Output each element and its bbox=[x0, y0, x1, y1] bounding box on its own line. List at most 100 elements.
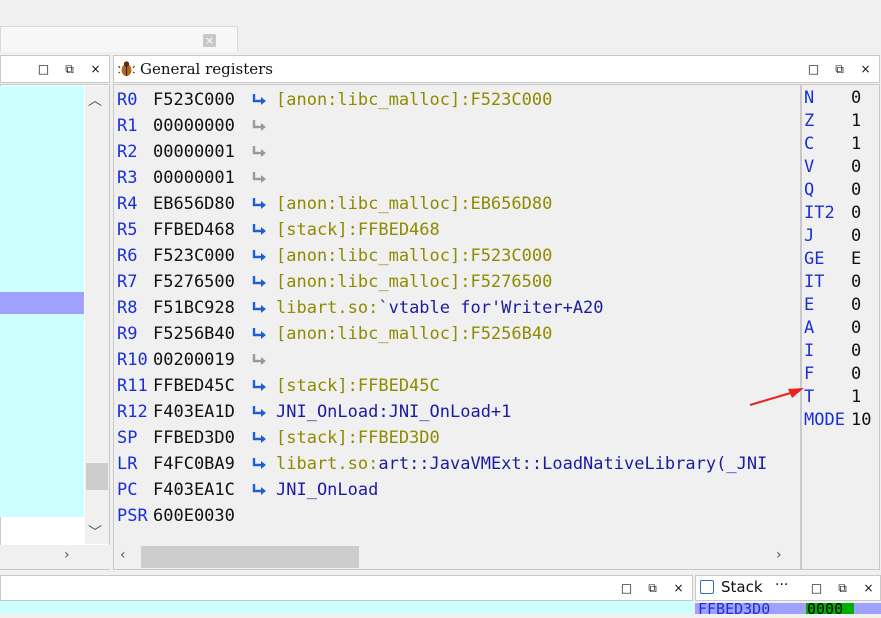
stack-restore-button[interactable]: ⧉ bbox=[833, 579, 852, 598]
register-value[interactable]: F403EA1D bbox=[153, 399, 235, 425]
jump-to-address-icon[interactable] bbox=[251, 249, 267, 263]
flag-value[interactable]: 10 bbox=[851, 409, 871, 432]
left-panel-minimize-button[interactable]: □ bbox=[34, 60, 53, 79]
left-panel-restore-button[interactable]: ⧉ bbox=[60, 60, 79, 79]
register-value[interactable]: 600E0030 bbox=[153, 503, 235, 529]
left-vertical-scroll-thumb[interactable] bbox=[86, 463, 108, 490]
bottom-close-button[interactable]: × bbox=[669, 579, 688, 598]
register-value[interactable]: F4FC0BA9 bbox=[153, 451, 235, 477]
register-value[interactable]: 00000000 bbox=[153, 113, 235, 139]
register-value[interactable]: FFBED468 bbox=[153, 217, 235, 243]
flag-row-j[interactable]: J0 bbox=[804, 225, 861, 248]
registers-horizontal-scroll-thumb[interactable] bbox=[141, 546, 359, 568]
flag-row-v[interactable]: V0 bbox=[804, 156, 861, 179]
register-name: R11 bbox=[117, 376, 148, 396]
register-value[interactable]: 00200019 bbox=[153, 347, 235, 373]
register-value[interactable]: FFBED45C bbox=[153, 373, 235, 399]
jump-to-address-icon[interactable] bbox=[251, 483, 267, 497]
jump-to-address-icon[interactable] bbox=[251, 197, 267, 211]
register-annotation[interactable]: [stack]:FFBED3D0 bbox=[276, 425, 440, 451]
register-value[interactable]: F5276500 bbox=[153, 269, 235, 295]
annotation-library: libart.so: bbox=[276, 454, 379, 474]
jump-to-address-icon[interactable] bbox=[251, 171, 267, 185]
register-annotation[interactable]: libart.so:art::JavaVMExt::LoadNativeLibr… bbox=[276, 451, 767, 477]
flag-row-c[interactable]: C1 bbox=[804, 133, 861, 156]
jump-to-address-icon[interactable] bbox=[251, 457, 267, 471]
register-value[interactable]: F403EA1C bbox=[153, 477, 235, 503]
register-value[interactable]: 00000001 bbox=[153, 165, 235, 191]
registers-restore-button[interactable]: ⧉ bbox=[830, 60, 849, 79]
register-annotation[interactable]: JNI_OnLoad:JNI_OnLoad+1 bbox=[276, 399, 511, 425]
left-panel-close-button[interactable]: × bbox=[86, 60, 105, 79]
flag-value[interactable]: 0 bbox=[851, 179, 861, 202]
register-value[interactable]: FFBED3D0 bbox=[153, 425, 235, 451]
flag-row-z[interactable]: Z1 bbox=[804, 110, 861, 133]
bottom-minimize-button[interactable]: □ bbox=[617, 579, 636, 598]
scroll-right-icon[interactable]: › bbox=[776, 547, 782, 563]
flag-value[interactable]: 0 bbox=[851, 340, 861, 363]
flag-row-it2[interactable]: IT2 0 bbox=[804, 202, 861, 225]
jump-to-address-icon[interactable] bbox=[251, 223, 267, 237]
flag-row-i[interactable]: I0 bbox=[804, 340, 861, 363]
scroll-right-icon[interactable]: › bbox=[64, 547, 70, 563]
jump-to-address-icon[interactable] bbox=[251, 301, 267, 315]
flag-row-n[interactable]: N0 bbox=[804, 87, 861, 110]
jump-to-address-icon[interactable] bbox=[251, 145, 267, 159]
register-value[interactable]: F5256B40 bbox=[153, 321, 235, 347]
stack-close-button[interactable]: × bbox=[859, 579, 878, 598]
register-annotation[interactable]: libart.so:`vtable for'Writer+A20 bbox=[276, 295, 604, 321]
register-value[interactable]: F51BC928 bbox=[153, 295, 235, 321]
register-annotation[interactable]: [stack]:FFBED468 bbox=[276, 217, 440, 243]
flag-value[interactable]: 0 bbox=[851, 363, 861, 386]
register-annotation[interactable]: [anon:libc_malloc]:F5276500 bbox=[276, 269, 552, 295]
flag-value[interactable]: 0 bbox=[851, 271, 861, 294]
flag-value[interactable]: E bbox=[851, 248, 861, 271]
register-annotation[interactable]: [anon:libc_malloc]:EB656D80 bbox=[276, 191, 552, 217]
jump-to-address-icon[interactable] bbox=[251, 353, 267, 367]
left-panel-selected-row[interactable] bbox=[0, 292, 84, 314]
jump-to-address-icon[interactable] bbox=[251, 275, 267, 289]
jump-to-address-icon[interactable] bbox=[251, 327, 267, 341]
jump-to-address-icon[interactable] bbox=[251, 379, 267, 393]
bottom-left-panel-content[interactable] bbox=[0, 601, 693, 614]
scroll-up-icon[interactable]: ︿ bbox=[88, 90, 102, 110]
flag-value[interactable]: 0 bbox=[851, 87, 861, 110]
flag-value[interactable]: 1 bbox=[851, 386, 861, 409]
flag-value[interactable]: 1 bbox=[851, 133, 861, 156]
flag-name: Q bbox=[804, 180, 815, 200]
flag-value[interactable]: 0 bbox=[851, 294, 861, 317]
flag-row-e[interactable]: E0 bbox=[804, 294, 861, 317]
flag-row-it[interactable]: IT 0 bbox=[804, 271, 861, 294]
flag-value[interactable]: 0 bbox=[851, 225, 861, 248]
flag-value[interactable]: 0 bbox=[851, 317, 861, 340]
more-options-icon[interactable]: ··· bbox=[775, 577, 788, 593]
scroll-left-icon[interactable]: ‹ bbox=[120, 547, 126, 563]
flag-row-q[interactable]: Q0 bbox=[804, 179, 861, 202]
register-value[interactable]: EB656D80 bbox=[153, 191, 235, 217]
tab-close-button[interactable]: × bbox=[203, 34, 216, 47]
flag-value[interactable]: 0 bbox=[851, 156, 861, 179]
stack-minimize-button[interactable]: □ bbox=[807, 579, 826, 598]
flag-row-ge[interactable]: GE E bbox=[804, 248, 861, 271]
jump-to-address-icon[interactable] bbox=[251, 431, 267, 445]
register-annotation[interactable]: JNI_OnLoad bbox=[276, 477, 378, 503]
left-horizontal-scrollbar[interactable] bbox=[0, 545, 110, 569]
register-annotation[interactable]: [anon:libc_malloc]:F523C000 bbox=[276, 243, 552, 269]
jump-to-address-icon[interactable] bbox=[251, 119, 267, 133]
scroll-down-icon[interactable]: ﹀ bbox=[88, 522, 102, 542]
register-value[interactable]: F523C000 bbox=[153, 243, 235, 269]
flag-value[interactable]: 1 bbox=[851, 110, 861, 133]
registers-minimize-button[interactable]: □ bbox=[804, 60, 823, 79]
register-value[interactable]: 00000001 bbox=[153, 139, 235, 165]
register-annotation[interactable]: [anon:libc_malloc]:F523C000 bbox=[276, 87, 552, 113]
bottom-restore-button[interactable]: ⧉ bbox=[643, 579, 662, 598]
flag-row-a[interactable]: A0 bbox=[804, 317, 861, 340]
register-value[interactable]: F523C000 bbox=[153, 87, 235, 113]
register-annotation[interactable]: [stack]:FFBED45C bbox=[276, 373, 440, 399]
jump-to-address-icon[interactable] bbox=[251, 405, 267, 419]
register-annotation[interactable]: [anon:libc_malloc]:F5256B40 bbox=[276, 321, 552, 347]
jump-to-address-icon[interactable] bbox=[251, 93, 267, 107]
registers-close-button[interactable]: × bbox=[856, 60, 875, 79]
flag-value[interactable]: 0 bbox=[851, 202, 861, 225]
flag-row-mode[interactable]: MODE 10 bbox=[804, 409, 871, 432]
